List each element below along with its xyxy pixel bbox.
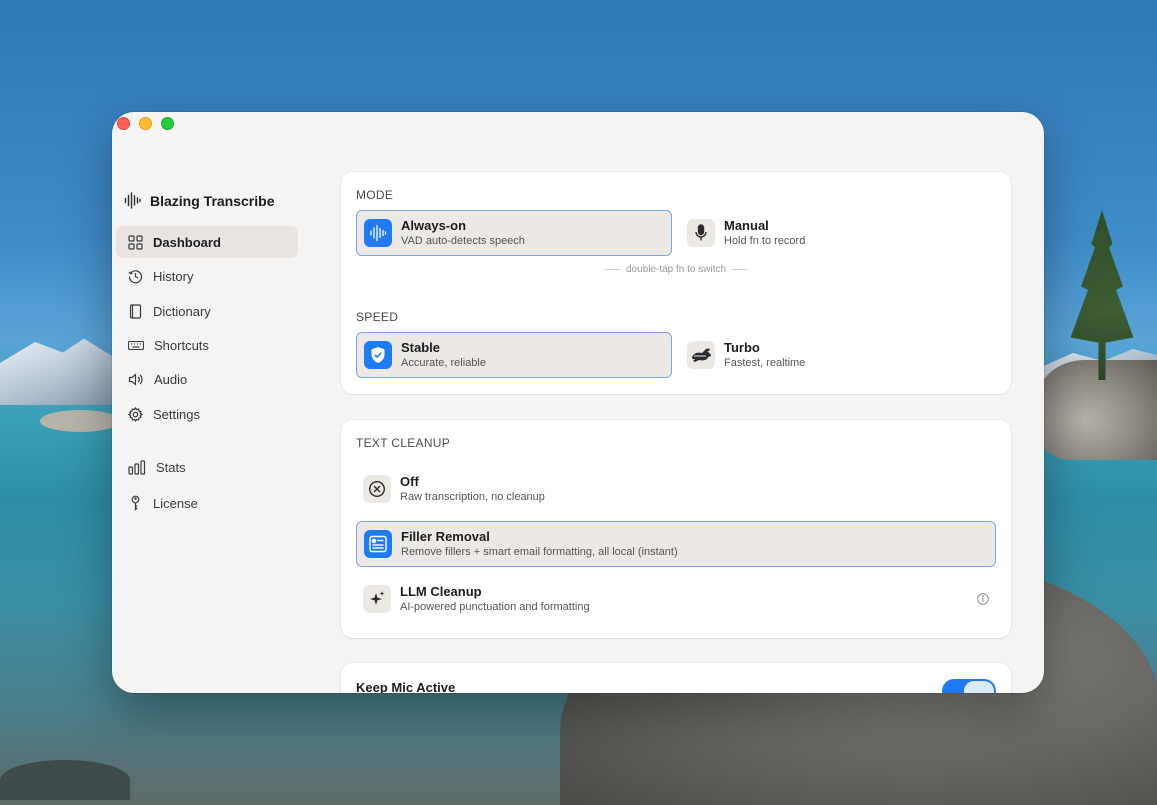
cleanup-option-filler-removal[interactable]: Filler Removal Remove fillers + smart em… — [356, 521, 996, 567]
sidebar-item-dashboard[interactable]: Dashboard — [116, 226, 298, 258]
mode-switch-hint: double-tap fn to switch — [341, 264, 1011, 275]
keyboard-icon — [128, 340, 144, 350]
divider — [731, 268, 748, 270]
sidebar-item-audio[interactable]: Audio — [116, 363, 298, 395]
speaker-icon — [128, 372, 143, 386]
sidebar-item-label: Shortcuts — [154, 337, 209, 353]
option-title: Filler Removal — [401, 528, 490, 544]
desktop-wallpaper-rocks — [1037, 360, 1157, 460]
mode-speed-card: MODE Always-on VAD auto-detects speech M… — [341, 172, 1011, 394]
sidebar-item-dictionary[interactable]: Dictionary — [116, 295, 298, 327]
keep-mic-label: Keep Mic Active — [356, 680, 456, 693]
grid-icon — [128, 234, 143, 250]
desktop-wallpaper-rock-bottom — [0, 760, 130, 800]
option-subtitle: Hold fn to record — [724, 234, 806, 247]
option-subtitle: Remove fillers + smart email formatting,… — [401, 545, 678, 558]
hint-text: double-tap fn to switch — [625, 264, 727, 275]
gear-icon — [128, 406, 143, 422]
section-label-text-cleanup: TEXT CLEANUP — [356, 436, 451, 450]
document-list-icon — [364, 530, 392, 558]
sidebar-item-shortcuts[interactable]: Shortcuts — [116, 329, 298, 361]
waveform-logo-icon — [124, 192, 141, 209]
sidebar-item-label: License — [153, 495, 198, 511]
sidebar-item-label: Audio — [154, 371, 188, 387]
option-title: LLM Cleanup — [400, 583, 482, 599]
waveform-icon — [364, 219, 392, 247]
speed-option-turbo[interactable]: Turbo Fastest, realtime — [680, 332, 996, 378]
keep-mic-toggle[interactable] — [942, 679, 996, 693]
desktop-wallpaper-rock — [40, 410, 120, 432]
sidebar-item-label: Settings — [153, 406, 200, 422]
sidebar-item-label: History — [153, 268, 194, 284]
shield-check-icon — [364, 341, 392, 369]
sparkles-icon — [363, 585, 391, 613]
cleanup-option-off[interactable]: Off Raw transcription, no cleanup — [356, 466, 996, 512]
sidebar-item-label: Dashboard — [153, 234, 221, 250]
text-cleanup-card: TEXT CLEANUP Off Raw transcription, no c… — [341, 420, 1011, 638]
option-title: Off — [400, 473, 419, 489]
sidebar-item-settings[interactable]: Settings — [116, 398, 298, 430]
option-subtitle: Accurate, reliable — [401, 356, 486, 369]
option-subtitle: Fastest, realtime — [724, 356, 806, 369]
toggle-knob — [964, 681, 994, 693]
mode-option-always-on[interactable]: Always-on VAD auto-detects speech — [356, 210, 672, 256]
sidebar-item-label: Stats — [156, 459, 186, 475]
option-subtitle: VAD auto-detects speech — [401, 234, 525, 247]
app-title: Blazing Transcribe — [124, 192, 274, 209]
sidebar: Blazing Transcribe Dashboard History Dic… — [112, 112, 312, 693]
divider — [604, 268, 621, 270]
sidebar-item-stats[interactable]: Stats — [116, 451, 298, 483]
hare-icon — [687, 341, 715, 369]
book-icon — [129, 303, 142, 319]
option-subtitle: Raw transcription, no cleanup — [400, 490, 545, 503]
app-title-text: Blazing Transcribe — [150, 192, 275, 209]
keep-mic-card: Keep Mic Active — [341, 663, 1011, 693]
section-label-mode: MODE — [356, 188, 394, 202]
option-title: Always-on — [401, 217, 467, 233]
speed-option-stable[interactable]: Stable Accurate, reliable — [356, 332, 672, 378]
option-title: Turbo — [724, 339, 760, 355]
info-icon[interactable] — [977, 593, 989, 605]
option-subtitle: AI-powered punctuation and formatting — [400, 600, 590, 613]
mode-option-manual[interactable]: Manual Hold fn to record — [680, 210, 996, 256]
sidebar-item-license[interactable]: License — [116, 487, 298, 519]
microphone-icon — [687, 219, 715, 247]
section-label-speed: SPEED — [356, 310, 399, 324]
sidebar-item-label: Dictionary — [153, 303, 211, 319]
cleanup-option-llm-cleanup[interactable]: LLM Cleanup AI-powered punctuation and f… — [356, 576, 996, 622]
x-circle-icon — [363, 475, 391, 503]
app-window: Blazing Transcribe Dashboard History Dic… — [112, 112, 1044, 693]
clock-history-icon — [128, 269, 143, 283]
bar-chart-icon — [128, 459, 146, 475]
key-icon — [131, 495, 140, 511]
option-title: Manual — [724, 217, 769, 233]
option-title: Stable — [401, 339, 441, 355]
sidebar-item-history[interactable]: History — [116, 260, 298, 292]
